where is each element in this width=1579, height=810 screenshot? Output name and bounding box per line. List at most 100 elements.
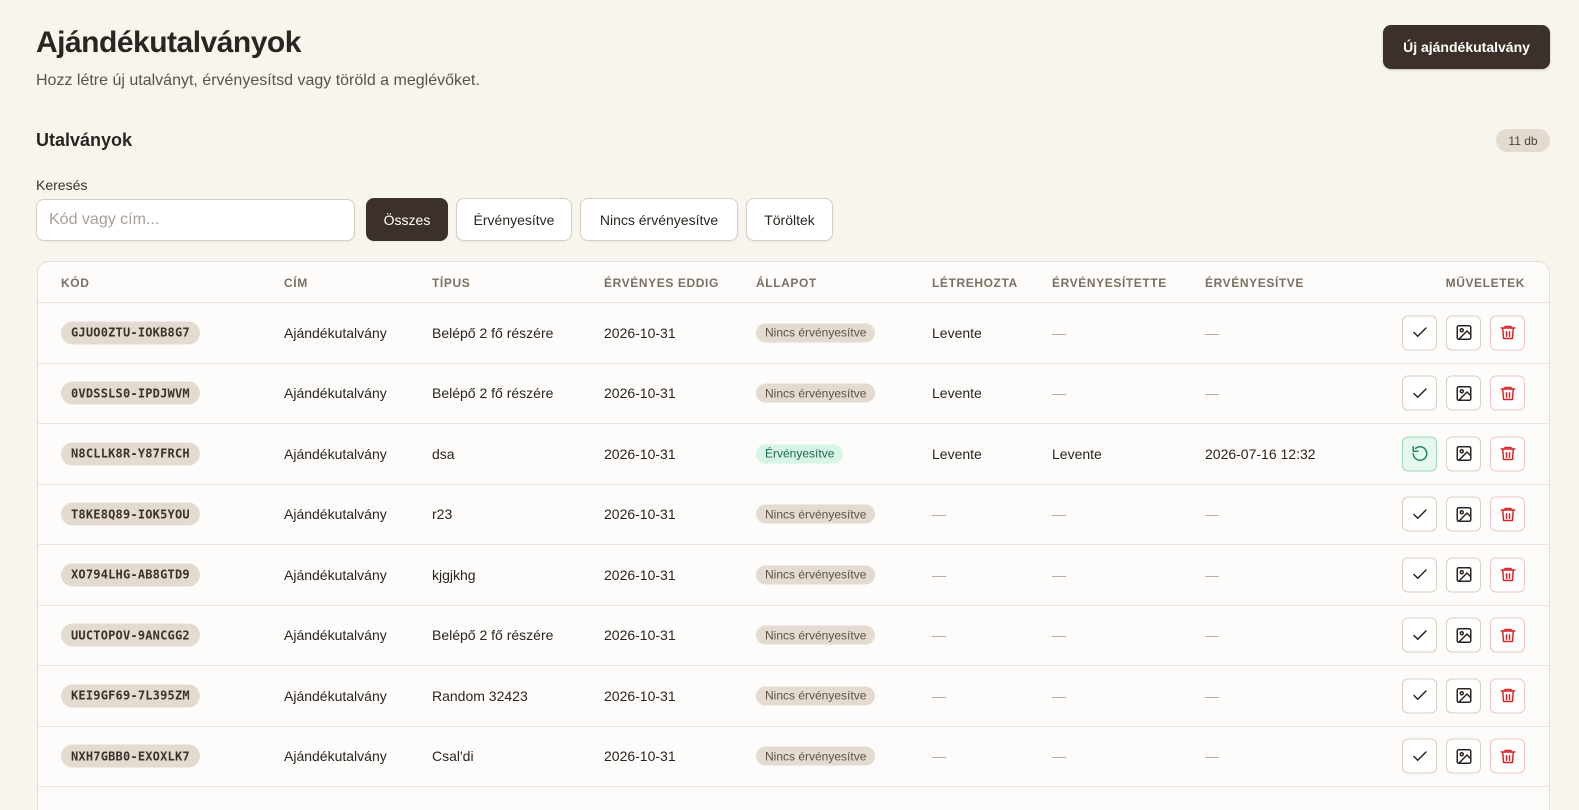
validate-button[interactable] bbox=[1402, 738, 1437, 774]
voucher-validated-at: — bbox=[1205, 566, 1219, 583]
column-header-title: CÍM bbox=[284, 276, 308, 290]
column-header-validated-by: ÉRVÉNYESÍTETTE bbox=[1052, 276, 1167, 290]
filter-not-validated-button[interactable]: Nincs érvényesítve bbox=[580, 198, 738, 241]
voucher-title: Ajándékutalvány bbox=[284, 566, 387, 583]
delete-button[interactable] bbox=[1490, 496, 1525, 532]
voucher-created-by: — bbox=[932, 748, 946, 765]
voucher-validated-at: — bbox=[1205, 506, 1219, 523]
image-button[interactable] bbox=[1446, 738, 1481, 774]
voucher-type: Belépő 2 fő részére bbox=[432, 324, 554, 341]
validate-button[interactable] bbox=[1402, 617, 1437, 653]
table-row: NXH7GBB0-EXOXLK7 Ajándékutalvány Csal'di… bbox=[38, 727, 1549, 787]
voucher-validated-at: — bbox=[1205, 385, 1219, 402]
image-button[interactable] bbox=[1446, 436, 1481, 472]
image-icon bbox=[1456, 748, 1471, 764]
voucher-code: N8CLLK8R-Y87FRCH bbox=[61, 442, 200, 466]
voucher-validated-by: — bbox=[1052, 748, 1066, 765]
trash-icon bbox=[1500, 447, 1515, 461]
voucher-validated-by: — bbox=[1052, 687, 1066, 704]
image-button[interactable] bbox=[1446, 678, 1481, 714]
search-label: Keresés bbox=[36, 177, 88, 193]
delete-button[interactable] bbox=[1490, 375, 1525, 411]
voucher-valid-until: 2026-10-31 bbox=[604, 627, 676, 644]
voucher-created-by: Levente bbox=[932, 445, 982, 462]
filter-deleted-button[interactable]: Töröltek bbox=[746, 198, 833, 241]
delete-button[interactable] bbox=[1490, 617, 1525, 653]
voucher-type: r23 bbox=[432, 506, 453, 523]
image-icon bbox=[1456, 446, 1471, 462]
trash-icon bbox=[1500, 749, 1515, 763]
column-header-validated-at: ÉRVÉNYESÍTVE bbox=[1205, 276, 1305, 290]
delete-button[interactable] bbox=[1490, 436, 1525, 472]
delete-button[interactable] bbox=[1490, 557, 1525, 593]
trash-icon bbox=[1500, 326, 1515, 340]
check-icon bbox=[1412, 630, 1427, 640]
voucher-title: Ajándékutalvány bbox=[284, 687, 387, 704]
column-header-actions: MŰVELETEK bbox=[1445, 276, 1525, 290]
check-icon bbox=[1412, 388, 1427, 398]
search-input[interactable] bbox=[36, 199, 355, 241]
trash-icon bbox=[1500, 689, 1515, 703]
image-button[interactable] bbox=[1446, 496, 1481, 532]
check-icon bbox=[1412, 327, 1427, 338]
voucher-valid-until: 2026-10-31 bbox=[604, 687, 676, 704]
image-button[interactable] bbox=[1446, 617, 1481, 653]
voucher-validated-by: — bbox=[1052, 627, 1066, 644]
check-icon bbox=[1412, 751, 1427, 761]
table-row: N8CLLK8R-Y87FRCH Ajándékutalvány dsa 202… bbox=[38, 424, 1549, 485]
column-header-created-by: LÉTREHOZTA bbox=[932, 276, 1018, 290]
check-icon bbox=[1412, 690, 1427, 701]
column-header-status: ÁLLAPOT bbox=[756, 276, 817, 290]
voucher-created-by: — bbox=[932, 687, 946, 704]
check-icon bbox=[1412, 509, 1427, 519]
unvalidate-button[interactable] bbox=[1402, 436, 1437, 472]
status-badge: Nincs érvényesítve bbox=[756, 686, 876, 706]
vouchers-table: KÓD CÍM TÍPUS ÉRVÉNYES EDDIG ÁLLAPOT LÉT… bbox=[37, 261, 1550, 810]
voucher-created-by: Levente bbox=[932, 324, 982, 341]
status-badge: Érvényesítve bbox=[756, 444, 844, 464]
voucher-validated-at: — bbox=[1205, 687, 1219, 704]
voucher-valid-until: 2026-10-31 bbox=[604, 748, 676, 765]
status-badge: Nincs érvényesítve bbox=[756, 625, 876, 645]
filter-all-button[interactable]: Összes bbox=[366, 198, 448, 241]
voucher-validated-by: — bbox=[1052, 566, 1066, 583]
voucher-type: Belépő 2 fő részére bbox=[432, 385, 554, 402]
validate-button[interactable] bbox=[1402, 375, 1437, 411]
voucher-valid-until: 2026-10-31 bbox=[604, 566, 676, 583]
table-header: KÓD CÍM TÍPUS ÉRVÉNYES EDDIG ÁLLAPOT LÉT… bbox=[38, 262, 1549, 303]
image-button[interactable] bbox=[1446, 375, 1481, 411]
image-icon bbox=[1456, 627, 1471, 643]
section-title: Utalványok bbox=[36, 130, 133, 150]
voucher-validated-by: — bbox=[1052, 385, 1066, 402]
trash-icon bbox=[1500, 568, 1515, 582]
delete-button[interactable] bbox=[1490, 315, 1525, 351]
status-badge: Nincs érvényesítve bbox=[756, 383, 876, 403]
status-badge: Nincs érvényesítve bbox=[756, 565, 876, 585]
filter-validated-button[interactable]: Érvényesítve bbox=[456, 198, 572, 241]
voucher-created-by: Levente bbox=[932, 385, 982, 402]
validate-button[interactable] bbox=[1402, 496, 1437, 532]
voucher-code: XO794LHG-AB8GTD9 bbox=[61, 563, 200, 587]
voucher-title: Ajándékutalvány bbox=[284, 627, 387, 644]
voucher-code: GJUO0ZTU-IOKB8G7 bbox=[61, 321, 200, 345]
voucher-validated-by: — bbox=[1052, 324, 1066, 341]
image-icon bbox=[1456, 325, 1471, 341]
voucher-validated-by: Levente bbox=[1052, 445, 1102, 462]
voucher-type: Csal'di bbox=[432, 748, 474, 765]
new-voucher-button[interactable]: Új ajándékutalvány bbox=[1383, 25, 1550, 69]
delete-button[interactable] bbox=[1490, 678, 1525, 714]
validate-button[interactable] bbox=[1402, 557, 1437, 593]
voucher-valid-until: 2026-10-31 bbox=[604, 506, 676, 523]
table-row: GJUO0ZTU-IOKB8G7 Ajándékutalvány Belépő … bbox=[38, 303, 1549, 364]
validate-button[interactable] bbox=[1402, 315, 1437, 351]
validate-button[interactable] bbox=[1402, 678, 1437, 714]
delete-button[interactable] bbox=[1490, 738, 1525, 774]
table-row: XO794LHG-AB8GTD9 Ajándékutalvány kjgjkhg… bbox=[38, 545, 1549, 606]
page-title: Ajándékutalványok bbox=[36, 26, 301, 59]
voucher-code: NXH7GBB0-EXOXLK7 bbox=[61, 744, 200, 768]
image-button[interactable] bbox=[1446, 315, 1481, 351]
voucher-type: Random 32423 bbox=[432, 687, 528, 704]
voucher-title: Ajándékutalvány bbox=[284, 324, 387, 341]
image-button[interactable] bbox=[1446, 557, 1481, 593]
voucher-title: Ajándékutalvány bbox=[284, 445, 387, 462]
